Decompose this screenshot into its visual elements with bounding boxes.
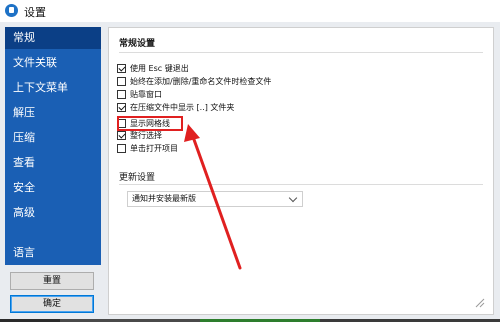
chevron-down-icon bbox=[288, 193, 298, 203]
update-mode-value: 通知并安装最新版 bbox=[132, 194, 196, 203]
option-single-click-open[interactable]: 单击打开项目 bbox=[117, 142, 178, 154]
gridlines-highlight-box bbox=[117, 116, 183, 131]
sidebar-item-general[interactable]: 常规 bbox=[5, 27, 101, 49]
checkbox[interactable] bbox=[117, 76, 126, 86]
option-check-files[interactable]: 始终在添加/删除/重命名文件时检查文件 bbox=[117, 75, 271, 87]
update-settings-title: 更新设置 bbox=[119, 173, 156, 183]
settings-panel: 常规设置 使用 Esc 键退出 始终在添加/删除/重命名文件时检查文件 贴靠窗口… bbox=[108, 27, 494, 315]
sidebar-item-file-association[interactable]: 文件关联 bbox=[5, 52, 101, 74]
general-settings-title: 常规设置 bbox=[119, 39, 156, 49]
sidebar-item-advanced[interactable]: 高级 bbox=[5, 202, 101, 224]
update-mode-select[interactable]: 通知并安装最新版 bbox=[127, 191, 303, 207]
option-label: 始终在添加/删除/重命名文件时检查文件 bbox=[130, 76, 272, 86]
sidebar-item-language[interactable]: 语言 bbox=[5, 242, 101, 264]
app-icon bbox=[5, 4, 18, 17]
sidebar-item-compress[interactable]: 压缩 bbox=[5, 127, 101, 149]
option-label: 贴靠窗口 bbox=[130, 89, 162, 99]
ok-button[interactable]: 确定 bbox=[10, 295, 94, 313]
sidebar-item-extract[interactable]: 解压 bbox=[5, 102, 101, 124]
checkbox-checked[interactable] bbox=[117, 130, 126, 140]
sidebar-item-view[interactable]: 查看 bbox=[5, 152, 101, 174]
option-label: 使用 Esc 键退出 bbox=[130, 63, 189, 73]
reset-button[interactable]: 重置 bbox=[10, 272, 94, 290]
resize-grip-icon[interactable] bbox=[473, 296, 485, 308]
general-separator bbox=[119, 52, 483, 53]
checkbox[interactable] bbox=[117, 143, 126, 153]
option-label: 单击打开项目 bbox=[130, 143, 178, 153]
option-label: 在压缩文件中显示 [..] 文件夹 bbox=[130, 102, 235, 112]
option-esc-exit[interactable]: 使用 Esc 键退出 bbox=[117, 62, 189, 74]
window-title: 设置 bbox=[24, 6, 46, 19]
checkbox-checked[interactable] bbox=[117, 102, 126, 112]
checkbox-checked[interactable] bbox=[117, 63, 126, 73]
sidebar: 常规 文件关联 上下文菜单 解压 压缩 查看 安全 高级 语言 bbox=[5, 27, 101, 265]
checkbox[interactable] bbox=[117, 89, 126, 99]
title-bar: 设置 bbox=[0, 0, 500, 23]
sidebar-item-context-menu[interactable]: 上下文菜单 bbox=[5, 77, 101, 99]
sidebar-item-security[interactable]: 安全 bbox=[5, 177, 101, 199]
update-separator bbox=[119, 184, 483, 185]
option-show-parent-folder[interactable]: 在压缩文件中显示 [..] 文件夹 bbox=[117, 101, 234, 113]
option-snap-window[interactable]: 贴靠窗口 bbox=[117, 88, 162, 100]
option-label: 整行选择 bbox=[130, 130, 162, 140]
